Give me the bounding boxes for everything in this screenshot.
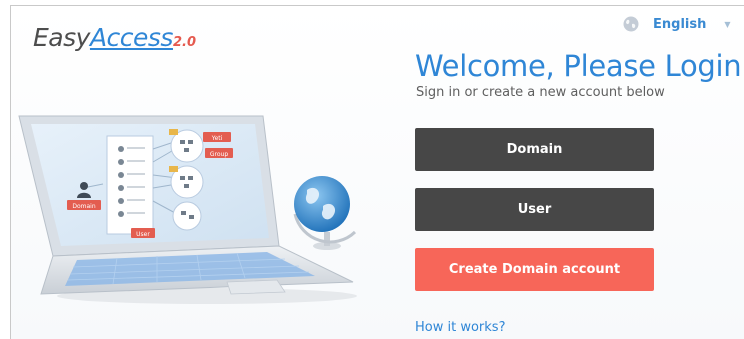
- caret-down-icon: ▼: [724, 19, 731, 29]
- logo-version: 2.0: [172, 35, 196, 50]
- logo-text-easy: Easy: [33, 23, 90, 52]
- globe-icon: [623, 16, 639, 32]
- laptop-illustration: Yeti Group Domain User: [18, 115, 357, 304]
- user-login-button[interactable]: User: [415, 188, 654, 231]
- domain-login-button[interactable]: Domain: [415, 128, 654, 171]
- logo-text-access: Access: [89, 23, 174, 52]
- page-title: Welcome, Please Login: [415, 49, 742, 83]
- illustration-user-label: User: [136, 231, 150, 238]
- illustration-domain-label: Domain: [72, 203, 95, 210]
- create-domain-account-button[interactable]: Create Domain account: [415, 248, 654, 291]
- login-panel: EasyAccess2.0 English ▼ Welcome, Please …: [10, 5, 744, 339]
- globe-illustration: [293, 176, 357, 250]
- language-selector[interactable]: English ▼: [623, 15, 731, 33]
- app-logo: EasyAccess2.0: [33, 23, 196, 52]
- illustration-tag-group-label: Group: [210, 151, 228, 158]
- illustration-tag-yeti-label: Yeti: [211, 135, 223, 142]
- how-it-works-link[interactable]: How it works?: [415, 320, 505, 335]
- page-subtitle: Sign in or create a new account below: [416, 85, 665, 100]
- language-label: English: [653, 16, 707, 32]
